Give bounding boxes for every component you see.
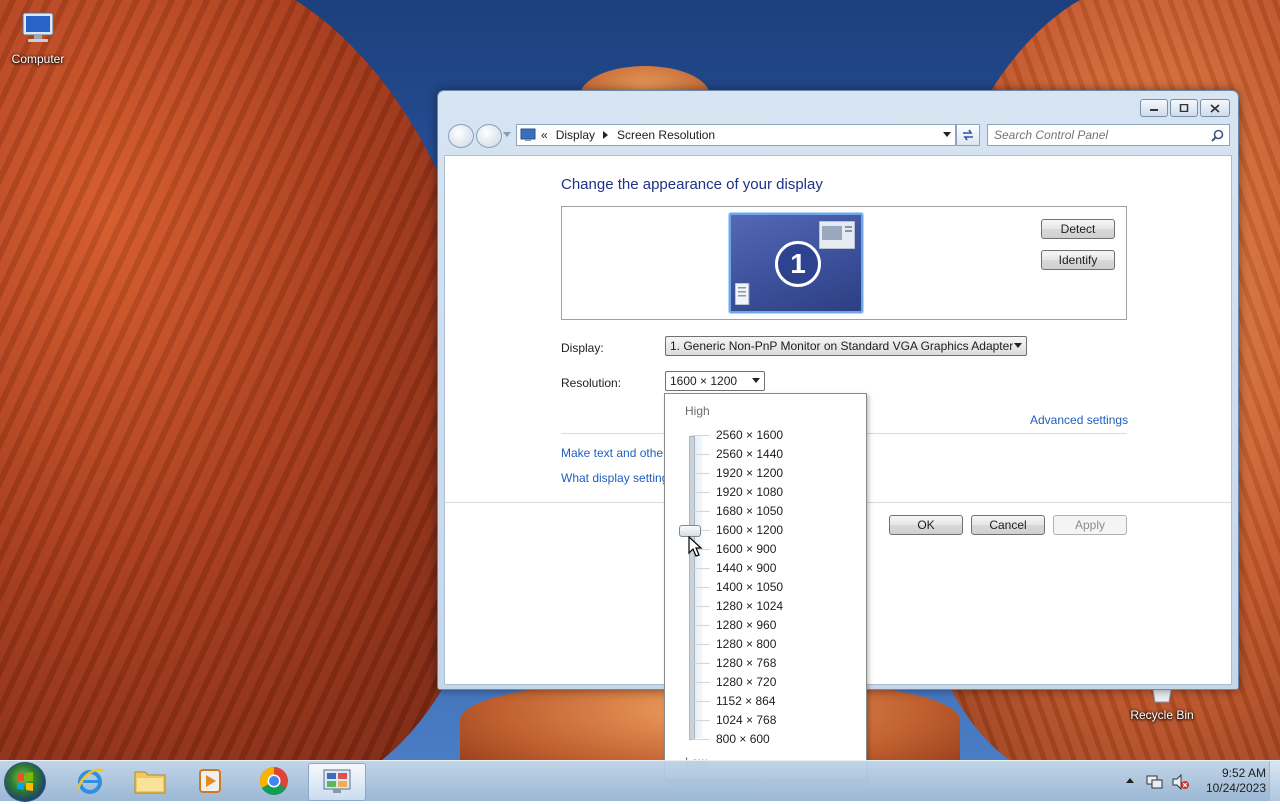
apply-button[interactable]: Apply [1053,515,1127,535]
start-button[interactable] [4,762,46,802]
taskbar: 9:52 AM 10/24/2023 [0,760,1280,802]
resolution-option[interactable]: 1152 × 864 [665,692,865,711]
internet-explorer-icon [76,768,104,794]
control-panel-icon [520,128,536,141]
breadcrumb-separator-icon[interactable] [603,131,609,139]
search-icon[interactable] [1211,129,1224,142]
resolution-option[interactable]: 1280 × 720 [665,673,865,692]
resolution-option[interactable]: 1280 × 1024 [665,597,865,616]
close-button[interactable] [1200,99,1230,117]
windows-logo-icon [17,772,33,791]
page-title: Change the appearance of your display [561,176,823,193]
minimize-icon [1150,109,1158,111]
volume-muted-icon[interactable] [1172,774,1190,790]
address-dropdown-icon[interactable] [943,132,951,138]
breadcrumb-screen-resolution[interactable]: Screen Resolution [617,128,715,142]
resolution-select[interactable]: 1600 × 1200 [665,371,765,391]
computer-icon [18,8,58,48]
taskbar-chrome[interactable] [246,763,302,799]
show-hidden-icons-chevron[interactable] [1126,778,1134,784]
refresh-button[interactable] [956,124,980,146]
window-controls [1140,99,1230,117]
window-thumbnail-icon [819,221,855,249]
taskbar-file-explorer[interactable] [122,763,178,799]
navigation-bar: « Display Screen Resolution [446,123,1230,148]
identify-button[interactable]: Identify [1041,250,1115,270]
taskbar-internet-explorer[interactable] [62,763,118,799]
maximize-button[interactable] [1170,99,1198,117]
taskbar-media-player[interactable] [182,763,238,799]
close-icon [1210,103,1220,113]
detect-button[interactable]: Detect [1041,219,1115,239]
chrome-icon [260,767,288,795]
resolution-option[interactable]: 1280 × 768 [665,654,865,673]
display-value: 1. Generic Non-PnP Monitor on Standard V… [670,339,1014,353]
high-label: High [685,404,710,418]
resolution-option[interactable]: 800 × 600 [665,730,865,749]
resolution-option[interactable]: 1400 × 1050 [665,578,865,597]
resolution-option[interactable]: 1920 × 1080 [665,483,865,502]
clock-time: 9:52 AM [1221,766,1266,780]
chevron-down-icon [752,378,760,383]
document-thumbnail-icon [735,283,750,305]
resolution-value: 1600 × 1200 [670,374,738,388]
search-box[interactable] [987,124,1230,146]
monitor-1[interactable]: 1 [729,213,863,313]
resolution-option[interactable]: 2560 × 1440 [665,445,865,464]
resolution-option[interactable]: 1280 × 960 [665,616,865,635]
resolution-option[interactable]: 1280 × 800 [665,635,865,654]
resolution-option[interactable]: 2560 × 1600 [665,426,865,445]
resolution-dropdown: High 2560 × 1600 2560 × 1440 1920 × 1200 19… [664,393,867,781]
resolution-option[interactable]: 1920 × 1200 [665,464,865,483]
back-button[interactable] [448,124,474,148]
resolution-options: 2560 × 1600 2560 × 1440 1920 × 1200 1920 × … [665,426,865,749]
resolution-label: Resolution: [561,376,622,390]
system-clock[interactable]: 9:52 AM 10/24/2023 [1206,766,1266,796]
mouse-cursor-icon [688,536,703,557]
ok-button[interactable]: OK [889,515,963,535]
desktop-icon-computer[interactable]: Computer [0,8,76,66]
network-icon[interactable] [1146,774,1164,790]
show-desktop-button[interactable] [1269,761,1280,801]
breadcrumb-overflow[interactable]: « [541,128,548,142]
make-text-larger-link[interactable]: Make text and other [561,446,667,460]
refresh-icon [963,129,973,141]
clock-date: 10/24/2023 [1205,781,1266,795]
chevron-down-icon [1014,343,1022,348]
file-explorer-icon [134,771,166,794]
cancel-button[interactable]: Cancel [971,515,1045,535]
recent-pages-chevron-icon[interactable] [503,132,511,138]
media-player-icon [199,769,221,793]
taskbar-control-panel[interactable] [308,763,366,801]
address-bar[interactable]: « Display Screen Resolution [516,124,956,146]
minimize-button[interactable] [1140,99,1168,117]
display-select[interactable]: 1. Generic Non-PnP Monitor on Standard V… [665,336,1027,356]
display-settings-help-link[interactable]: What display setting [561,471,668,485]
monitor-number: 1 [775,241,821,287]
maximize-icon [1179,104,1189,112]
forward-button[interactable] [476,124,502,148]
control-panel-icon [323,769,351,793]
monitor-preview: 1 Detect Identify [561,206,1127,320]
breadcrumb-display[interactable]: Display [556,128,595,142]
display-label: Display: [561,341,604,355]
resolution-option[interactable]: 1440 × 900 [665,559,865,578]
resolution-option[interactable]: 1024 × 768 [665,711,865,730]
advanced-settings-link[interactable]: Advanced settings [1030,413,1128,427]
search-input[interactable] [988,127,1211,143]
resolution-option[interactable]: 1680 × 1050 [665,502,865,521]
